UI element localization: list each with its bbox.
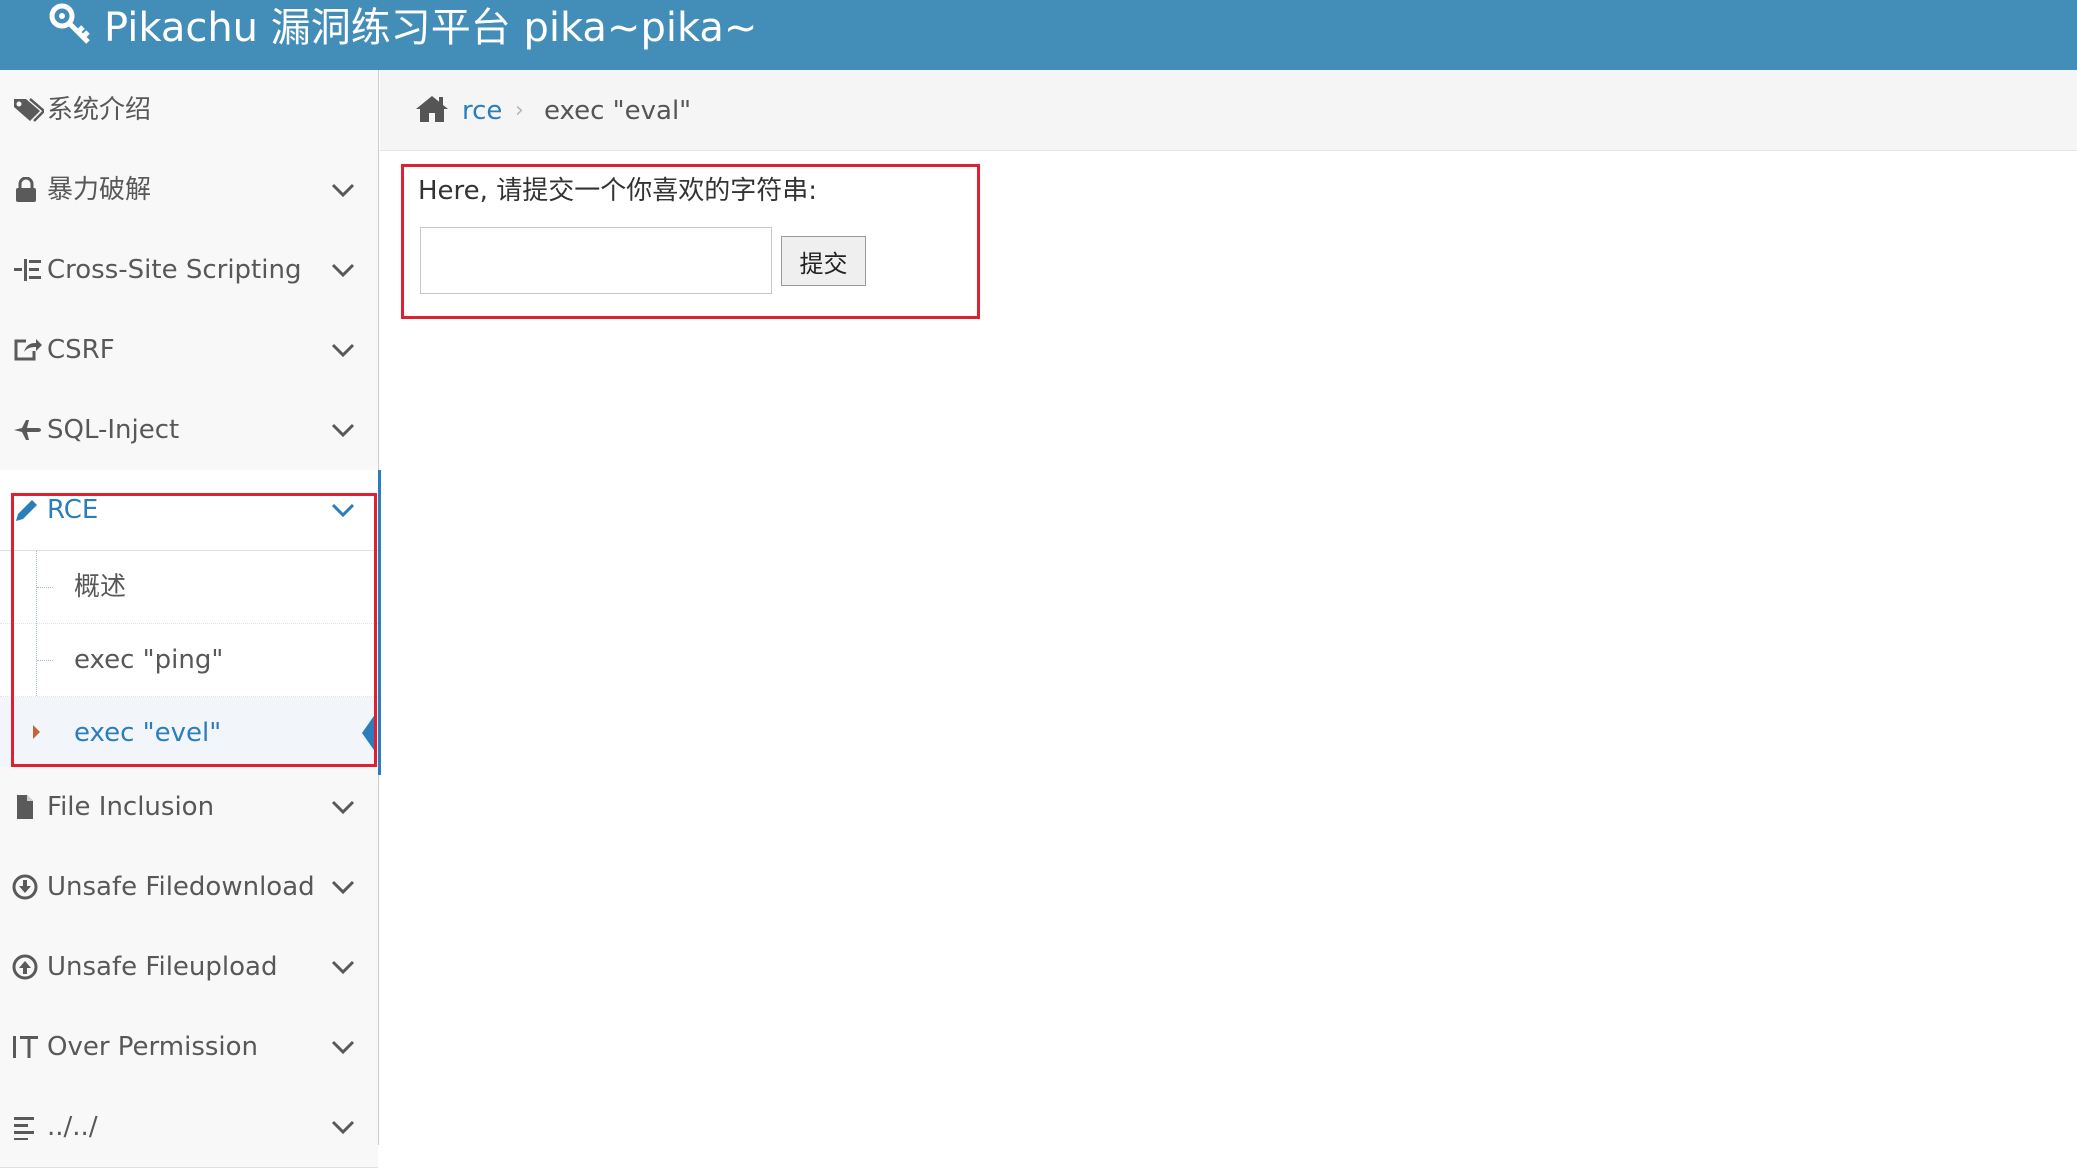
- app-title: Pikachu 漏洞练习平台 pika~pika~: [104, 5, 758, 51]
- chevron-down-icon: [331, 880, 355, 895]
- sidebar-item-label: 暴力破解: [47, 175, 152, 205]
- sidebar-item-label: File Inclusion: [47, 792, 215, 822]
- sidebar-item-label: CSRF: [47, 335, 115, 365]
- sidebar-item-label: ../../: [47, 1112, 98, 1142]
- sidebar-item-label: Over Permission: [47, 1032, 259, 1062]
- text-height-icon: [13, 1036, 38, 1058]
- key-icon: [49, 3, 90, 44]
- align-left-icon: [14, 1117, 34, 1140]
- rce-submenu: 概述 exec "ping" exec "evel": [0, 551, 378, 770]
- sidebar-item-xss[interactable]: Cross-Site Scripting: [0, 230, 378, 311]
- sidebar-item-over-permission[interactable]: Over Permission: [0, 1007, 378, 1088]
- chevron-down-icon: [331, 423, 355, 438]
- brand[interactable]: Pikachu 漏洞练习平台 pika~pika~: [48, 0, 757, 51]
- download-circle-icon: [12, 874, 38, 900]
- sidebar-item-label: SQL-Inject: [47, 415, 180, 445]
- chevron-down-icon: [331, 1120, 355, 1135]
- sidebar-item-label: 系统介绍: [47, 95, 152, 125]
- breadcrumb-separator: ›: [515, 98, 524, 123]
- breadcrumb-current: exec "eval": [544, 96, 692, 126]
- lock-icon: [16, 177, 36, 202]
- active-section-line: [378, 470, 381, 775]
- plane-icon: [14, 420, 41, 440]
- upload-circle-icon: [12, 954, 38, 980]
- form-prompt: Here, 请提交一个你喜欢的字符串:: [418, 176, 817, 206]
- chevron-down-icon: [331, 263, 355, 278]
- caret-right-icon: [33, 725, 40, 739]
- submenu-item-label: exec "evel": [74, 718, 222, 748]
- chevron-down-icon: [331, 800, 355, 815]
- pencil-icon: [16, 500, 37, 521]
- submenu-item-overview[interactable]: 概述: [0, 551, 378, 624]
- submenu-tick: [37, 660, 53, 661]
- submenu-item-label: exec "ping": [74, 645, 224, 675]
- sidebar-item-unsafe-filedownload[interactable]: Unsafe Filedownload: [0, 847, 378, 928]
- chevron-down-icon: [331, 1040, 355, 1055]
- sidebar-item-label: RCE: [47, 495, 99, 525]
- submenu-item-exec-ping[interactable]: exec "ping": [0, 624, 378, 697]
- sidebar-item-label: Unsafe Fileupload: [47, 952, 278, 982]
- sidebar-item-label: Cross-Site Scripting: [47, 255, 302, 285]
- sidebar-item-csrf[interactable]: CSRF: [0, 310, 378, 391]
- top-navbar: Pikachu 漏洞练习平台 pika~pika~: [0, 0, 2077, 70]
- tags-icon: [14, 98, 44, 122]
- submenu-item-label: 概述: [74, 572, 127, 602]
- submit-button[interactable]: 提交: [781, 236, 866, 286]
- sidebar-item-system-intro[interactable]: 系统介绍: [0, 70, 378, 151]
- sidebar-item-unsafe-fileupload[interactable]: Unsafe Fileupload: [0, 927, 378, 1008]
- submenu-item-exec-evel[interactable]: exec "evel": [0, 697, 378, 770]
- submenu-tick: [37, 587, 53, 588]
- sidebar-item-sql-inject[interactable]: SQL-Inject: [0, 390, 378, 471]
- chevron-down-icon: [331, 183, 355, 198]
- string-input[interactable]: [420, 227, 772, 294]
- home-icon[interactable]: [414, 94, 450, 124]
- breadcrumb-link-rce[interactable]: rce: [462, 70, 502, 152]
- chevron-down-icon: [331, 960, 355, 975]
- sidebar-item-brute-force[interactable]: 暴力破解: [0, 150, 378, 231]
- file-icon: [17, 795, 33, 819]
- chevron-down-icon: [331, 503, 355, 518]
- chevron-down-icon: [331, 343, 355, 358]
- share-square-icon: [14, 339, 42, 361]
- sidebar-item-label: Unsafe Filedownload: [47, 872, 315, 902]
- sidebar-item-dir-traversal[interactable]: ../../: [0, 1087, 378, 1168]
- list-indent-icon: [14, 259, 41, 281]
- active-indicator-arrow: [362, 713, 376, 753]
- sidebar-item-file-inclusion[interactable]: File Inclusion: [0, 767, 378, 848]
- breadcrumb: rce › exec "eval": [380, 70, 2077, 151]
- sidebar-item-rce[interactable]: RCE: [0, 470, 378, 551]
